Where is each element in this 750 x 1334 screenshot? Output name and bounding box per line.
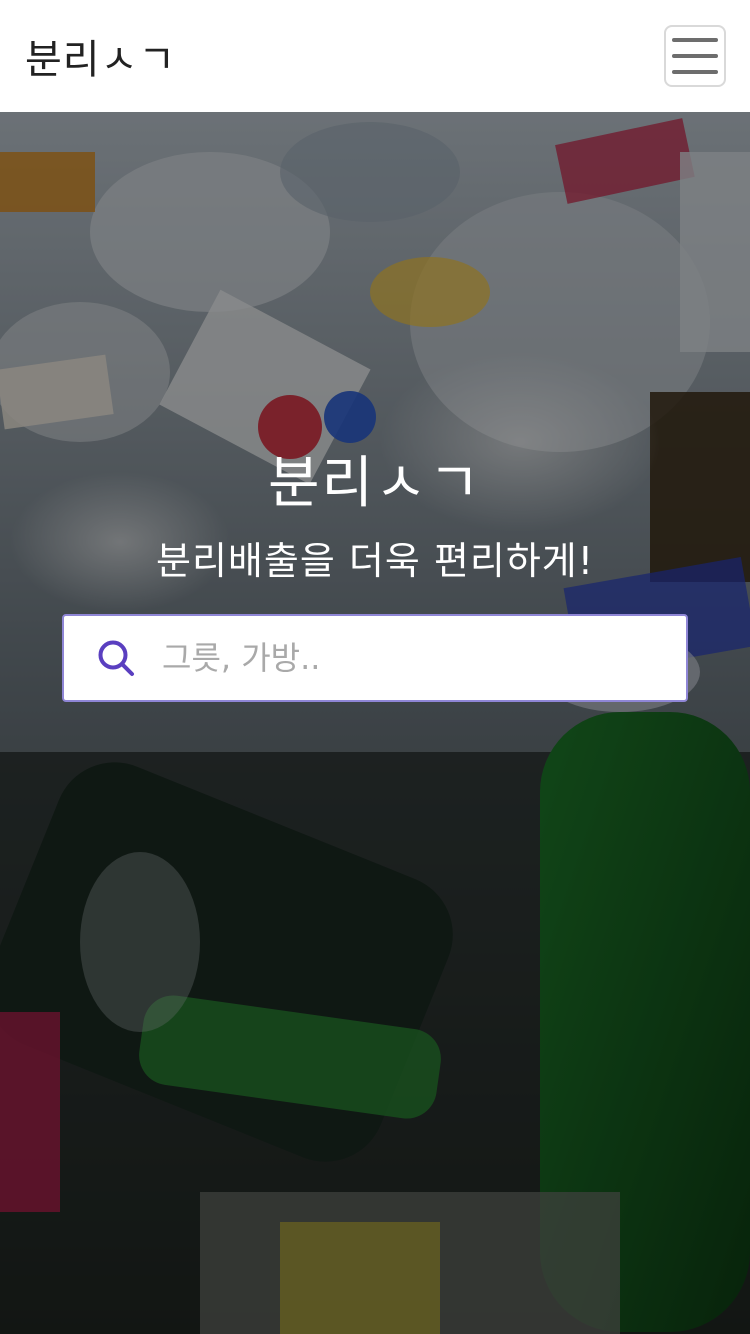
search-icon[interactable] (96, 638, 136, 678)
search-input[interactable] (160, 638, 644, 678)
navbar: 분리ㅅㄱ (0, 0, 750, 112)
hamburger-menu-icon-bar (672, 70, 718, 74)
hero-subtitle: 분리배출을 더욱 편리하게! (156, 539, 594, 583)
dark-overlay (0, 112, 750, 1334)
brand-logo[interactable]: 분리ㅅㄱ (25, 27, 176, 85)
hamburger-menu-icon-bar (672, 54, 718, 58)
search-bar[interactable] (62, 614, 688, 702)
hero-title: 분리ㅅㄱ (267, 451, 483, 516)
hamburger-menu-icon (672, 38, 718, 42)
menu-toggle-button[interactable] (664, 25, 726, 87)
hero-section: 분리ㅅㄱ 분리배출을 더욱 편리하게! (0, 112, 750, 1334)
